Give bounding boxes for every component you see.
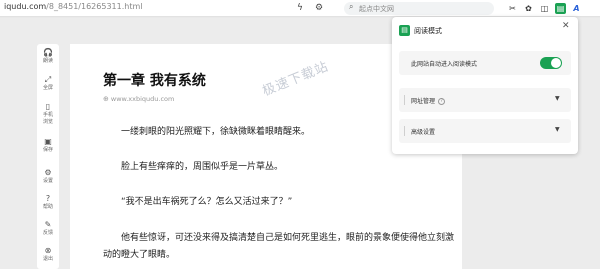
scissors-icon[interactable]: ✂: [507, 3, 518, 14]
lightning-icon[interactable]: ϟ: [297, 2, 303, 14]
url-management-label: 网址管理?: [411, 96, 446, 105]
headphones-icon: 🎧: [43, 48, 53, 57]
help-icon[interactable]: ?: [438, 98, 446, 105]
sidebar-item-save[interactable]: ▣ 保存: [37, 137, 59, 154]
chevron-down-icon: ▼: [555, 126, 560, 133]
url-management-row[interactable]: 网址管理? ▼: [399, 88, 571, 112]
divider: [404, 95, 405, 105]
url-text[interactable]: iqudu.com/8_8451/16265311.html: [4, 2, 142, 11]
fullscreen-icon: ⤢: [44, 75, 52, 84]
divider: [404, 126, 405, 136]
reader-mode-icon: ▤: [399, 25, 410, 36]
advanced-settings-row[interactable]: 高级设置 ▼: [399, 119, 571, 143]
globe-icon: ⊕: [103, 95, 109, 103]
reader-toolbar: 🎧 朗读 ⤢ 全屏 ▯ 手机 浏览 ▣ 保存 ⚙ 设置 ? 帮助 ✎ 反馈 ⊗ …: [37, 44, 59, 269]
chevron-down-icon: ▼: [555, 95, 560, 102]
watermark-text: 极速下载站: [260, 59, 332, 100]
feedback-icon: ✎: [44, 220, 52, 229]
search-input[interactable]: ⌕ 起点中文网: [344, 2, 494, 15]
toggle-knob: [551, 58, 561, 68]
search-icon: ⌕: [349, 2, 354, 11]
exit-icon: ⊗: [44, 246, 52, 255]
sidebar-item-help[interactable]: ? 帮助: [37, 194, 59, 211]
paragraph: “我不是出车祸死了么？怎么又活过来了？”: [121, 197, 293, 207]
source-site: ⊕ www.xxbiqudu.com: [103, 95, 174, 103]
paragraph: 脸上有些痒痒的，周围似乎是一片草丛。: [121, 162, 284, 172]
url-path: /8_8451/16265311.html: [46, 2, 143, 11]
paragraph: 他有些惊讶，可还没来得及搞清楚自己是如何死里逃生，眼前的景象便使得他立刻激动的瞪…: [103, 233, 455, 260]
auto-enter-label: 此网站自动进入阅读模式: [411, 61, 478, 68]
split-screen-icon[interactable]: ◫: [539, 3, 550, 14]
sidebar-item-settings[interactable]: ⚙ 设置: [37, 168, 59, 185]
address-bar[interactable]: iqudu.com/8_8451/16265311.html ϟ ⚙ ⌕ 起点中…: [0, 0, 600, 17]
auto-enter-toggle[interactable]: [540, 57, 562, 69]
sidebar-item-exit[interactable]: ⊗ 退出: [37, 246, 59, 263]
sidebar-item-feedback[interactable]: ✎ 反馈: [37, 220, 59, 237]
help-icon: ?: [45, 194, 51, 203]
auto-enter-row: 此网站自动进入阅读模式: [399, 51, 571, 75]
url-host: iqudu.com: [4, 2, 47, 11]
phone-icon: ▯: [45, 102, 51, 111]
gear-icon: ⚙: [44, 168, 52, 177]
advanced-settings-label: 高级设置: [411, 129, 436, 136]
source-site-url: www.xxbiqudu.com: [110, 95, 175, 103]
save-icon: ▣: [44, 137, 52, 146]
reader-mode-panel: ▤ 阅读模式 ✕ 此网站自动进入阅读模式 网址管理? ▼ 高级设置 ▼: [392, 17, 578, 154]
sidebar-item-mobile[interactable]: ▯ 手机 浏览: [37, 102, 59, 126]
reader-mode-icon[interactable]: ▤: [555, 3, 566, 14]
sidebar-item-fullscreen[interactable]: ⤢ 全屏: [37, 75, 59, 92]
close-icon[interactable]: ✕: [562, 21, 570, 31]
panel-title: 阅读模式: [414, 27, 442, 35]
translate-icon[interactable]: A: [571, 3, 582, 14]
chapter-title: 第一章 我有系统: [103, 73, 206, 89]
settings-icon[interactable]: ⚙: [315, 2, 323, 14]
extension-icon[interactable]: ✿: [523, 3, 534, 14]
sidebar-item-read-aloud[interactable]: 🎧 朗读: [37, 48, 59, 65]
search-placeholder: 起点中文网: [359, 5, 394, 13]
